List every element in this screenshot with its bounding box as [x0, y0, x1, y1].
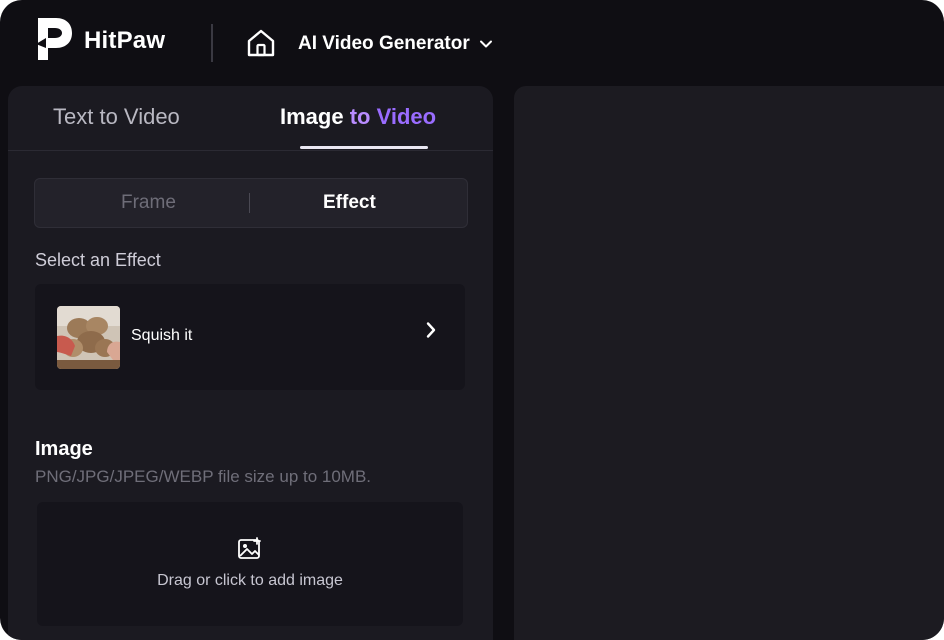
tab-text-to-video[interactable]: Text to Video — [53, 104, 180, 130]
top-bar: HitPaw AI Video Generator — [0, 0, 944, 86]
chevron-right-icon — [426, 322, 436, 338]
mode-tabs: Text to Video Image to Video — [8, 86, 493, 151]
product-selector[interactable]: AI Video Generator — [298, 30, 494, 58]
dropzone-label: Drag or click to add image — [157, 572, 343, 589]
selected-effect-name: Squish it — [131, 327, 193, 344]
image-file-hint: PNG/JPG/JPEG/WEBP file size up to 10MB. — [35, 467, 372, 486]
effect-selector-card[interactable]: Squish it — [35, 284, 465, 390]
tab-image-to-video-word3: Video — [376, 104, 437, 129]
frame-effect-toggle: Frame Effect — [34, 178, 468, 228]
active-tab-indicator — [300, 146, 428, 149]
add-image-icon — [238, 537, 261, 559]
header-divider — [211, 24, 213, 62]
chevron-down-icon — [479, 40, 492, 48]
segment-frame[interactable]: Frame — [121, 192, 176, 214]
segment-effect[interactable]: Effect — [323, 192, 376, 214]
segment-divider — [249, 193, 250, 213]
home-icon[interactable] — [244, 26, 278, 60]
image-section-title: Image — [35, 438, 93, 460]
select-effect-label: Select an Effect — [35, 250, 161, 270]
tab-image-to-video-word1: Image — [280, 104, 344, 129]
left-panel: Text to Video Image to Video Frame Effec… — [8, 86, 493, 640]
product-name: AI Video Generator — [298, 33, 470, 54]
hitpaw-logo — [36, 18, 72, 60]
brand-name: HitPaw — [84, 27, 166, 54]
tab-image-to-video-word2: to — [349, 104, 371, 129]
tab-image-to-video[interactable]: Image to Video — [280, 104, 436, 130]
effect-thumbnail — [57, 306, 120, 369]
preview-panel — [514, 86, 944, 640]
app-window: HitPaw AI Video Generator Text to Video … — [0, 0, 944, 640]
image-dropzone[interactable]: Drag or click to add image — [37, 502, 463, 626]
